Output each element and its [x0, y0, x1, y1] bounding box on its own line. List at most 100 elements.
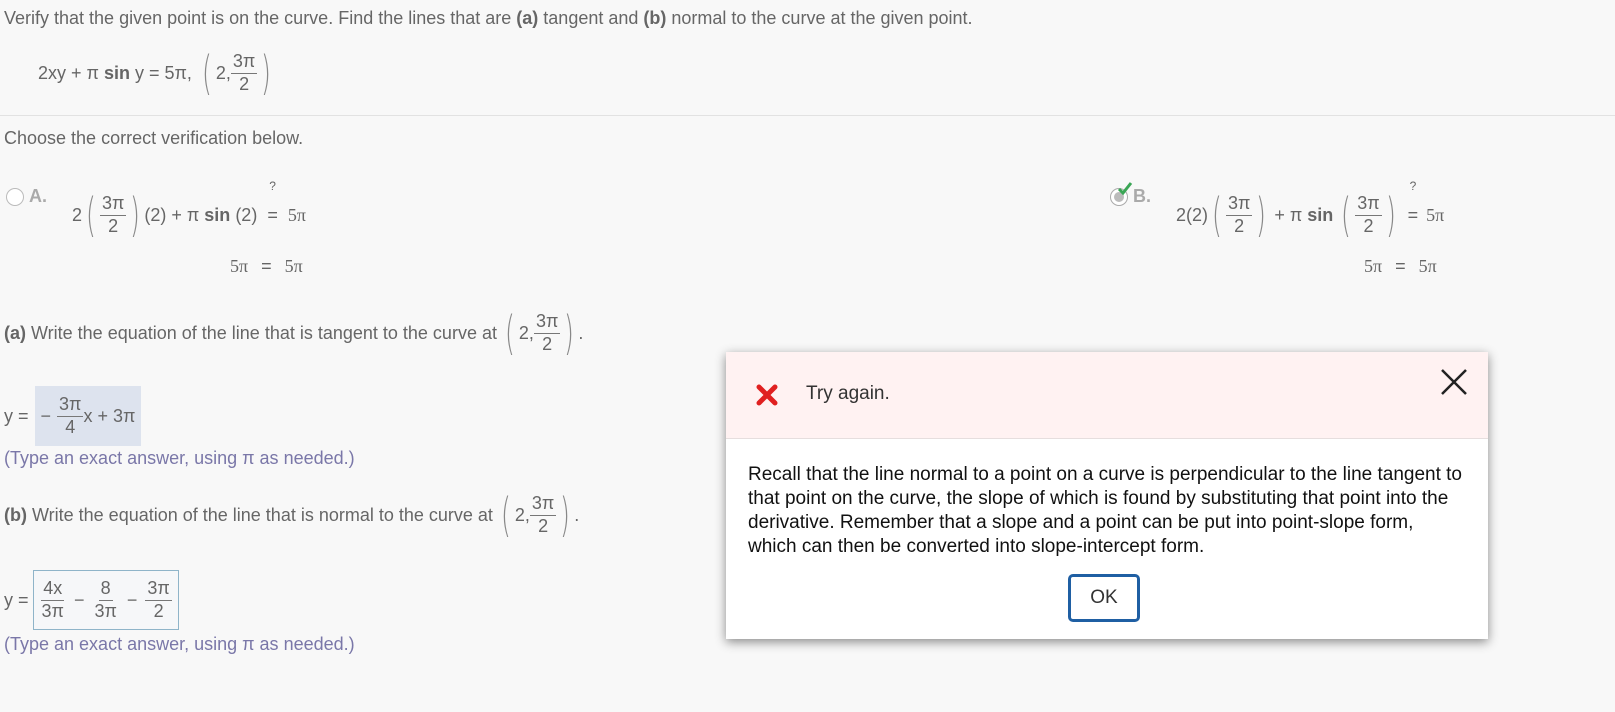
- equals: =: [267, 204, 278, 225]
- option-b-fraction-2: 3π 2: [1355, 193, 1382, 237]
- option-a-line2-rhs: 5π: [284, 256, 303, 276]
- frac-den: 4: [65, 416, 76, 437]
- frac-num: 3π: [99, 193, 127, 216]
- answer-fraction: 3π 4: [57, 394, 84, 438]
- paren-open: (: [201, 46, 212, 100]
- point-x: 2,: [518, 322, 534, 343]
- instruction-part: Verify that the given point is on the cu…: [4, 8, 517, 28]
- instruction-part: normal to the curve at the given point.: [666, 8, 973, 28]
- option-b-radio[interactable]: [1110, 182, 1133, 207]
- option-a-rest: (2) + π: [144, 204, 205, 225]
- part-a-text: Write the equation of the line that is t…: [26, 322, 497, 343]
- option-b-line2-lhs: 5π: [1364, 256, 1383, 276]
- period: .: [574, 504, 580, 525]
- option-b-mid: + π: [1274, 204, 1308, 225]
- frac-num: 3π: [529, 493, 557, 516]
- frac-den: 2: [538, 515, 549, 536]
- paren-open: (: [1341, 188, 1352, 242]
- option-a-rhs: 5π: [287, 204, 306, 225]
- part-a-point-fraction: 3π 2: [533, 311, 561, 355]
- point-x: 2,: [215, 62, 231, 83]
- option-b-rhs: 5π: [1426, 204, 1445, 225]
- option-b-line1: 2(2) ( 3π 2 ) + π sin ( 3π 2 ) ? = 5π: [1176, 179, 1445, 242]
- frac-den: 2: [108, 215, 119, 236]
- paren-open: (: [1212, 188, 1222, 242]
- frac-num: 3π: [1225, 193, 1253, 216]
- option-a-coef: 2: [72, 204, 83, 225]
- frac-den: 2: [542, 333, 553, 354]
- ok-button[interactable]: OK: [1068, 574, 1140, 622]
- frac-num: 3π: [57, 394, 84, 417]
- close-icon: [1441, 369, 1467, 395]
- check-icon: [1117, 182, 1133, 196]
- option-a-rest: (2): [230, 204, 258, 225]
- equals: =: [1395, 256, 1406, 276]
- option-b-coef: 2(2): [1176, 204, 1209, 225]
- part-b-hint: (Type an exact answer, using π as needed…: [4, 634, 355, 654]
- option-a-line2: 5π = 5π: [230, 256, 303, 277]
- answer-prefix: y =: [4, 405, 29, 426]
- answer-rest: x + 3π: [83, 405, 136, 426]
- dialog-title: Try again.: [806, 383, 890, 404]
- instruction-part: tangent and: [538, 8, 644, 28]
- point-fraction: 3π 2: [230, 51, 258, 95]
- frac-num: 4x: [41, 578, 65, 601]
- option-b-radio-group[interactable]: B.: [1110, 182, 1152, 207]
- frac-num: 3π: [230, 51, 258, 74]
- frac-den: 2: [153, 600, 164, 621]
- part-a-answer-row: y = − 3π 4 x + 3π: [4, 386, 142, 446]
- part-a-label: (a): [4, 322, 26, 343]
- paren-close: ): [130, 188, 141, 242]
- frac-den: 2: [1363, 215, 1374, 236]
- option-a-line1: 2 ( 3π 2 ) (2) + π sin (2) ? = 5π: [72, 179, 306, 242]
- feedback-dialog: Try again. Recall that the line normal t…: [726, 352, 1488, 639]
- option-a-letter: A.: [29, 186, 48, 206]
- part-a-hint: (Type an exact answer, using π as needed…: [4, 448, 355, 468]
- frac-den: 3π: [41, 600, 64, 621]
- instruction-text: Verify that the given point is on the cu…: [4, 8, 973, 29]
- instruction-b-label: (b): [643, 8, 667, 28]
- option-a-radio[interactable]: [6, 188, 24, 207]
- answer-sign: −: [40, 405, 52, 426]
- part-a-answer-box[interactable]: − 3π 4 x + 3π: [34, 386, 142, 446]
- frac-den: 2: [239, 73, 250, 94]
- frac-den: 2: [1234, 215, 1245, 236]
- term2-fraction: 8 3π: [92, 578, 118, 622]
- option-a-radio-group[interactable]: A.: [6, 186, 47, 207]
- option-a-question-equals: ? =: [267, 179, 278, 226]
- term1-fraction: 4x 3π: [40, 578, 66, 622]
- equals: =: [1407, 204, 1419, 225]
- part-b-question: (b) Write the equation of the line that …: [4, 492, 579, 538]
- frac-den: 3π: [94, 600, 117, 621]
- paren-open: (: [86, 188, 96, 242]
- paren-close: ): [564, 306, 575, 360]
- option-a-fraction: 3π 2: [99, 193, 127, 237]
- question-mark: ?: [1409, 178, 1417, 193]
- equation-part: y = 5π,: [129, 62, 192, 83]
- option-b-line2-rhs: 5π: [1418, 256, 1437, 276]
- equals: =: [261, 256, 272, 276]
- equation-sin: sin: [103, 62, 130, 83]
- option-b-question-equals: ? =: [1407, 179, 1419, 226]
- instruction-a-label: (a): [516, 8, 539, 28]
- paren-close: ): [560, 488, 571, 542]
- option-b-letter: B.: [1133, 186, 1152, 206]
- paren-open: (: [505, 306, 515, 360]
- part-b-answer-box[interactable]: 4x 3π − 8 3π − 3π 2: [32, 570, 179, 630]
- dialog-header: Try again.: [726, 352, 1488, 439]
- operator: −: [126, 589, 138, 610]
- verification-prompt: Choose the correct verification below.: [4, 128, 304, 148]
- part-b-answer-row: y = 4x 3π − 8 3π − 3π 2: [4, 570, 179, 630]
- period: .: [578, 322, 584, 343]
- given-equation: 2xy + π sin y = 5π, ( 2, 3π 2 ): [38, 50, 275, 96]
- paren-close: ): [1385, 188, 1396, 242]
- operator: −: [73, 589, 85, 610]
- option-b-line2: 5π = 5π: [1364, 256, 1437, 277]
- close-button[interactable]: [1436, 364, 1472, 400]
- paren-close: ): [261, 46, 272, 100]
- term3-fraction: 3π 2: [145, 578, 172, 622]
- option-a-line2-lhs: 5π: [230, 256, 249, 276]
- point-x: 2,: [514, 504, 530, 525]
- question-mark: ?: [269, 178, 276, 193]
- part-b-label: (b): [4, 504, 27, 525]
